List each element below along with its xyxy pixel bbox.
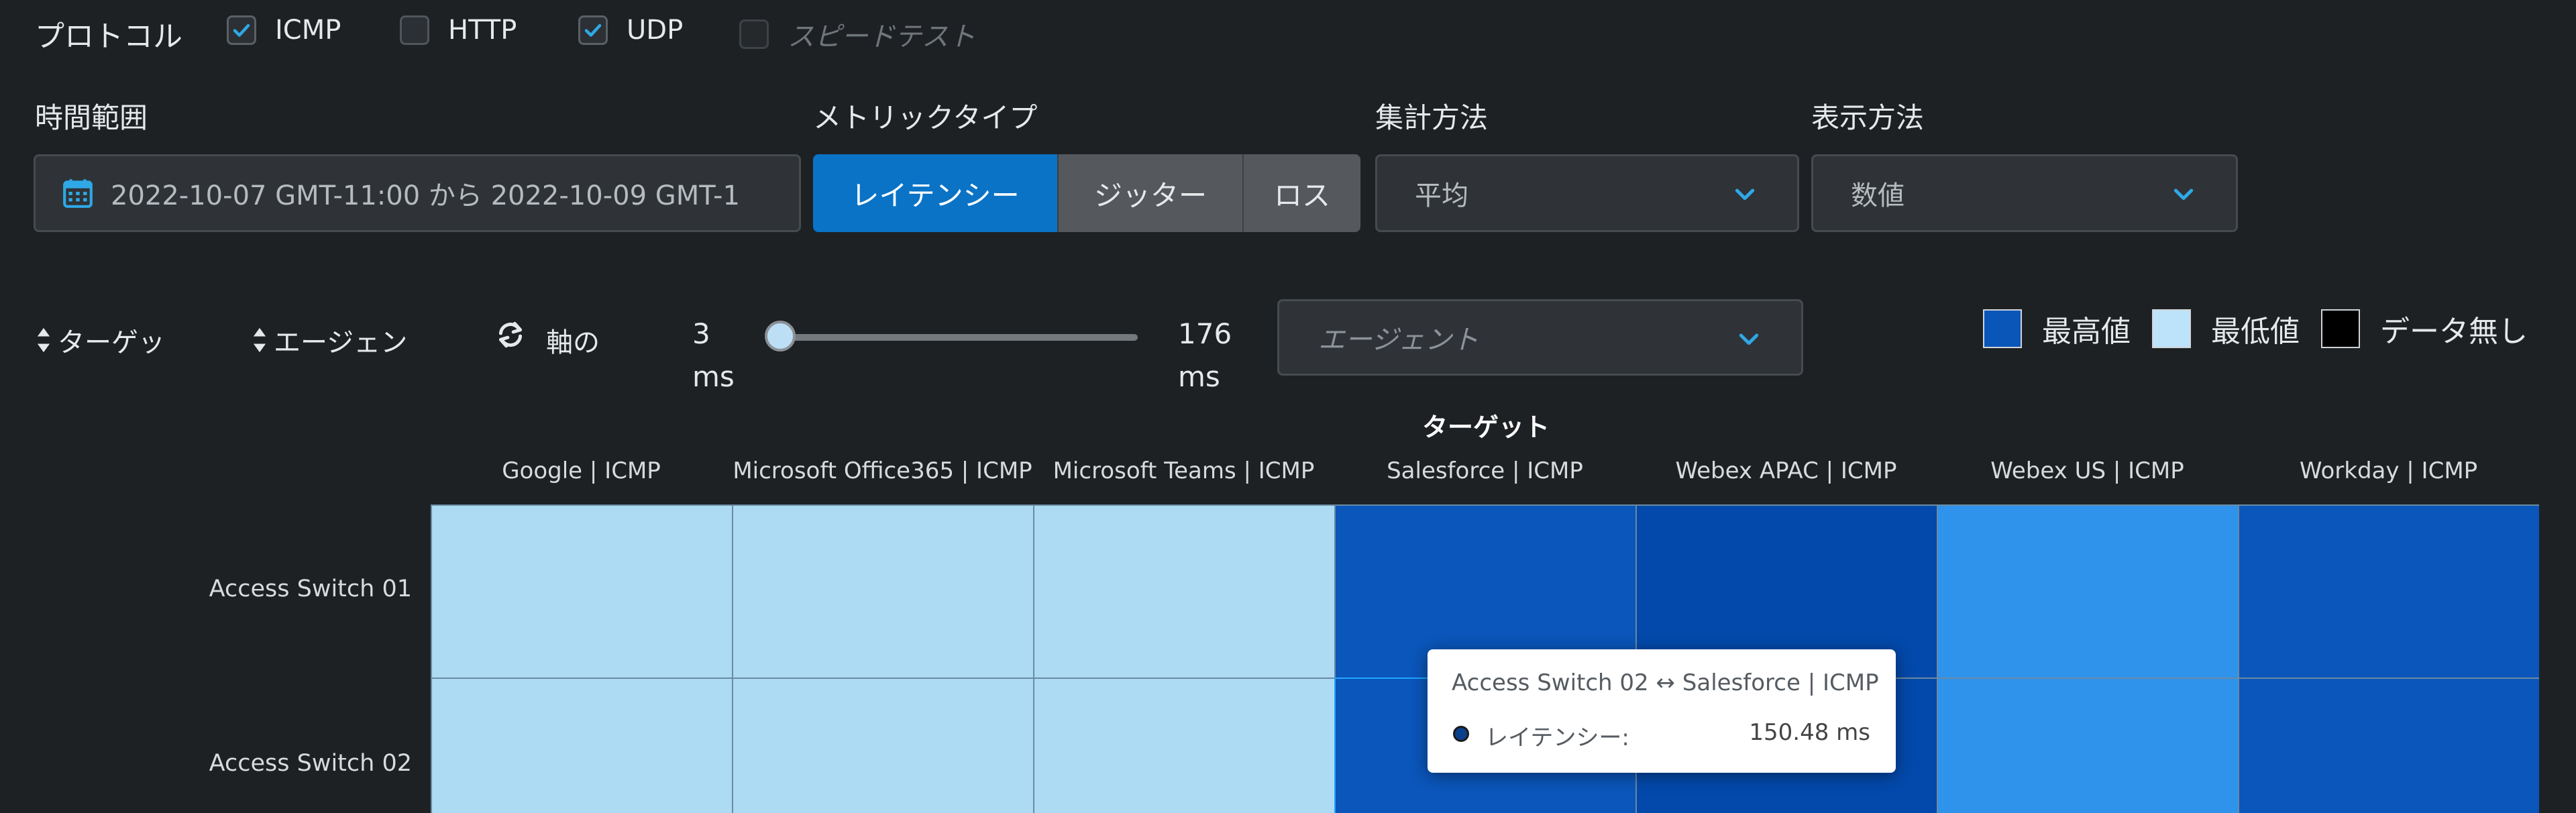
protocol-udp-checkbox[interactable]: UDP xyxy=(578,15,683,46)
display-dropdown[interactable]: 数値 xyxy=(1811,154,2238,232)
metric-loss-button[interactable]: ロス xyxy=(1242,154,1360,232)
swap-axes-icon[interactable] xyxy=(494,318,527,351)
metric-jitter-button[interactable]: ジッター xyxy=(1057,154,1242,232)
display-label: 表示方法 xyxy=(1811,101,1925,134)
protocol-http-label: HTTP xyxy=(448,15,517,46)
calendar-icon xyxy=(63,179,93,208)
heatmap-cell[interactable] xyxy=(431,678,733,813)
legend-no-data: データ無し xyxy=(2321,307,2528,350)
legend-lowest: 最低値 xyxy=(2152,307,2300,350)
time-range-label: 時間範囲 xyxy=(35,101,148,134)
chevron-down-icon xyxy=(1739,333,1759,345)
heatmap-cell[interactable] xyxy=(732,504,1034,679)
legend-highest-label: 最高値 xyxy=(2042,315,2131,349)
protocol-http-checkbox[interactable]: HTTP xyxy=(400,15,517,46)
latency-range-track[interactable] xyxy=(780,334,1138,341)
protocol-label: プロトコル xyxy=(35,19,182,54)
protocol-icmp-label: ICMP xyxy=(275,15,341,46)
swap-axes-label: 軸の xyxy=(546,327,600,358)
heatmap-cell[interactable] xyxy=(431,504,733,679)
column-header: Microsoft Office365 | ICMP xyxy=(733,457,1032,484)
legend-no-data-swatch xyxy=(2321,309,2360,348)
legend-highest-swatch xyxy=(1983,309,2022,348)
slider-max-value: 176 xyxy=(1178,317,1232,350)
slider-max-unit: ms xyxy=(1178,360,1220,393)
heatmap-cell[interactable] xyxy=(732,678,1034,813)
row-header: Access Switch 02 xyxy=(209,750,412,777)
protocol-speedtest-checkbox[interactable]: スピードテスト xyxy=(739,15,975,54)
checkbox-checked-icon[interactable] xyxy=(578,15,608,45)
sort-target-button[interactable]: ターゲッ xyxy=(36,321,165,360)
column-header: Webex APAC | ICMP xyxy=(1675,457,1897,484)
display-value: 数値 xyxy=(1851,180,1904,211)
metric-latency-button[interactable]: レイテンシー xyxy=(813,154,1057,232)
tooltip-metric-label: レイテンシー: xyxy=(1485,724,1629,751)
legend-lowest-label: 最低値 xyxy=(2211,315,2300,349)
legend-highest: 最高値 xyxy=(1983,307,2131,350)
checkbox-unchecked-icon[interactable] xyxy=(400,15,429,45)
slider-min-value: 3 xyxy=(692,317,710,350)
heatmap-cell[interactable] xyxy=(1033,678,1336,813)
slider-max-label: 176 ms xyxy=(1178,313,1232,398)
column-header: Workday | ICMP xyxy=(2299,457,2478,484)
tooltip-series-dot-icon xyxy=(1453,726,1469,742)
tooltip-title: Access Switch 02 ↔ Salesforce | ICMP xyxy=(1452,669,1879,696)
aggregation-label: 集計方法 xyxy=(1375,101,1489,134)
metric-type-label: メトリックタイプ xyxy=(813,101,1038,134)
column-header: Salesforce | ICMP xyxy=(1387,457,1583,484)
time-range-value: 2022-10-07 GMT-11:00 から 2022-10-09 GMT-1 xyxy=(111,180,740,211)
sort-agent-label: エージェン xyxy=(274,327,408,358)
checkbox-disabled-icon[interactable] xyxy=(739,19,769,49)
aggregation-dropdown[interactable]: 平均 xyxy=(1375,154,1799,232)
heatmap-cell[interactable] xyxy=(1033,504,1336,679)
protocol-speedtest-label: スピードテスト xyxy=(788,21,975,52)
aggregation-value: 平均 xyxy=(1415,180,1468,211)
row-header: Access Switch 01 xyxy=(209,576,412,602)
chevron-down-icon xyxy=(1735,188,1755,201)
chevron-down-icon xyxy=(2174,188,2194,201)
legend-no-data-label: データ無し xyxy=(2380,315,2528,349)
heatmap-cell[interactable] xyxy=(1937,678,2239,813)
sort-arrows-icon xyxy=(253,327,266,353)
time-range-input[interactable]: 2022-10-07 GMT-11:00 から 2022-10-09 GMT-1 xyxy=(34,154,801,232)
protocol-icmp-checkbox[interactable]: ICMP xyxy=(227,15,341,46)
agent-dropdown-placeholder: エージェント xyxy=(1318,325,1479,356)
tooltip-metric-value: 150.48 ms xyxy=(1749,719,1870,746)
column-header: Google | ICMP xyxy=(502,457,661,484)
latency-range-thumb[interactable] xyxy=(765,321,796,351)
agent-dropdown[interactable]: エージェント xyxy=(1277,299,1803,376)
legend-lowest-swatch xyxy=(2152,309,2191,348)
heatmap-target-title: ターゲット xyxy=(1422,413,1550,442)
checkbox-checked-icon[interactable] xyxy=(227,15,256,45)
column-header: Webex US | ICMP xyxy=(1990,457,2184,484)
heatmap-tooltip: Access Switch 02 ↔ Salesforce | ICMP レイテ… xyxy=(1428,649,1896,773)
sort-target-label: ターゲッ xyxy=(58,327,165,358)
slider-min-label: 3 ms xyxy=(692,313,735,398)
heatmap-cell[interactable] xyxy=(1937,504,2239,679)
sort-agent-button[interactable]: エージェン xyxy=(252,321,407,360)
heatmap-cell[interactable] xyxy=(2238,504,2539,679)
slider-min-unit: ms xyxy=(692,360,735,393)
protocol-udp-label: UDP xyxy=(627,15,684,46)
metric-type-selector[interactable]: レイテンシー ジッター ロス xyxy=(813,154,1360,232)
sort-arrows-icon xyxy=(37,327,50,353)
column-header: Microsoft Teams | ICMP xyxy=(1053,457,1315,484)
heatmap-cell[interactable] xyxy=(2238,678,2539,813)
